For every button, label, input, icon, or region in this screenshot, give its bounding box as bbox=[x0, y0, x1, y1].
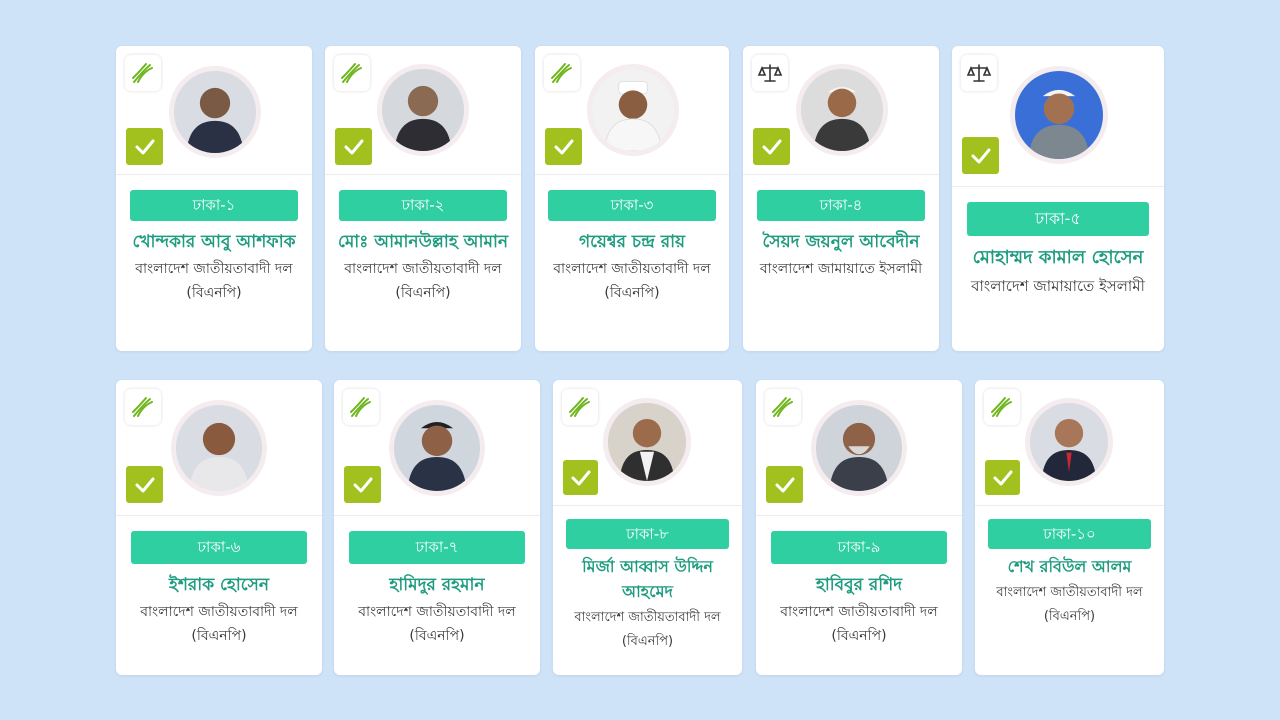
candidate-name: মোঃ আমানউল্লাহ আমান bbox=[337, 232, 509, 252]
check-icon bbox=[126, 128, 163, 165]
sheaf-of-paddy-icon bbox=[334, 55, 370, 91]
constituency-badge: ঢাকা-১ bbox=[130, 190, 298, 221]
candidate-photo bbox=[1025, 398, 1113, 486]
constituency-badge: ঢাকা-৮ bbox=[566, 519, 729, 549]
party-name: বাংলাদেশ জাতীয়তাবাদী দল (বিএনপি) bbox=[574, 610, 721, 649]
constituency-badge: ঢাকা-৭ bbox=[349, 531, 525, 564]
check-icon bbox=[563, 460, 598, 495]
candidate-photo bbox=[1010, 66, 1108, 164]
candidate-photo bbox=[169, 66, 261, 158]
candidate-name: হাবিবুর রশিদ bbox=[815, 575, 903, 595]
party-name: বাংলাদেশ জামায়াতে ইসলামী bbox=[759, 261, 923, 277]
constituency-badge: ঢাকা-৩ bbox=[548, 190, 716, 221]
party-name: বাংলাদেশ জাতীয়তাবাদী দল (বিএনপি) bbox=[140, 604, 298, 644]
sheaf-of-paddy-icon bbox=[125, 389, 161, 425]
constituency-badge: ঢাকা-২ bbox=[339, 190, 507, 221]
check-icon bbox=[753, 128, 790, 165]
candidate-card[interactable]: ঢাকা-৬ ইশরাক হোসেন বাংলাদেশ জাতীয়তাবাদী… bbox=[116, 380, 322, 675]
scales-icon bbox=[752, 55, 788, 91]
sheaf-of-paddy-icon bbox=[765, 389, 801, 425]
candidate-name: মির্জা আব্বাস উদ্দিন আহমেদ bbox=[582, 557, 713, 601]
party-name: বাংলাদেশ জাতীয়তাবাদী দল (বিএনপি) bbox=[996, 585, 1143, 624]
constituency-badge: ঢাকা-৬ bbox=[131, 531, 307, 564]
candidate-card[interactable]: ঢাকা-৩ গয়েশ্বর চন্দ্র রায় বাংলাদেশ জাত… bbox=[535, 46, 729, 351]
candidate-photo bbox=[796, 64, 888, 156]
sheaf-of-paddy-icon bbox=[984, 389, 1020, 425]
sheaf-of-paddy-icon bbox=[343, 389, 379, 425]
party-name: বাংলাদেশ জামায়াতে ইসলামী bbox=[971, 277, 1145, 295]
party-name: বাংলাদেশ জাতীয়তাবাদী দল (বিএনপি) bbox=[135, 261, 293, 301]
candidate-photo bbox=[811, 400, 907, 496]
sheaf-of-paddy-icon bbox=[125, 55, 161, 91]
check-icon bbox=[126, 466, 163, 503]
candidate-card[interactable]: ঢাকা-৭ হামিদুর রহমান বাংলাদেশ জাতীয়তাবা… bbox=[334, 380, 540, 675]
sheaf-of-paddy-icon bbox=[562, 389, 598, 425]
candidate-photo bbox=[587, 64, 679, 156]
candidate-photo bbox=[603, 398, 691, 486]
constituency-badge: ঢাকা-৫ bbox=[967, 202, 1149, 236]
check-icon bbox=[545, 128, 582, 165]
candidate-card[interactable]: ঢাকা-১ খোন্দকার আবু আশফাক বাংলাদেশ জাতীয… bbox=[116, 46, 312, 351]
candidate-name: গয়েশ্বর চন্দ্র রায় bbox=[578, 232, 686, 252]
party-name: বাংলাদেশ জাতীয়তাবাদী দল (বিএনপি) bbox=[780, 604, 938, 644]
candidate-card[interactable]: ঢাকা-১০ শেখ রবিউল আলম বাংলাদেশ জাতীয়তাব… bbox=[975, 380, 1164, 675]
constituency-badge: ঢাকা-৪ bbox=[757, 190, 925, 221]
candidate-name: সৈয়দ জয়নুল আবেদীন bbox=[762, 232, 920, 252]
party-name: বাংলাদেশ জাতীয়তাবাদী দল (বিএনপি) bbox=[553, 261, 711, 301]
check-icon bbox=[335, 128, 372, 165]
candidate-name: ইশরাক হোসেন bbox=[169, 575, 269, 595]
candidate-name: খোন্দকার আবু আশফাক bbox=[132, 232, 296, 252]
candidate-card[interactable]: ঢাকা-২ মোঃ আমানউল্লাহ আমান বাংলাদেশ জাতী… bbox=[325, 46, 521, 351]
constituency-badge: ঢাকা-৯ bbox=[771, 531, 947, 564]
candidate-name: শেখ রবিউল আলম bbox=[1007, 557, 1132, 576]
party-name: বাংলাদেশ জাতীয়তাবাদী দল (বিএনপি) bbox=[358, 604, 516, 644]
constituency-badge: ঢাকা-১০ bbox=[988, 519, 1151, 549]
check-icon bbox=[985, 460, 1020, 495]
party-name: বাংলাদেশ জাতীয়তাবাদী দল (বিএনপি) bbox=[344, 261, 502, 301]
candidate-card[interactable]: ঢাকা-৪ সৈয়দ জয়নুল আবেদীন বাংলাদেশ জামা… bbox=[743, 46, 939, 351]
scales-icon bbox=[961, 55, 997, 91]
candidate-photo bbox=[377, 64, 469, 156]
sheaf-of-paddy-icon bbox=[544, 55, 580, 91]
candidate-photo bbox=[171, 400, 267, 496]
candidate-name: মোহাম্মদ কামাল হোসেন bbox=[972, 247, 1144, 268]
candidate-photo bbox=[389, 400, 485, 496]
candidate-card[interactable]: ঢাকা-৮ মির্জা আব্বাস উদ্দিন আহমেদ বাংলাদ… bbox=[553, 380, 742, 675]
check-icon bbox=[962, 137, 999, 174]
check-icon bbox=[344, 466, 381, 503]
check-icon bbox=[766, 466, 803, 503]
candidate-card[interactable]: ঢাকা-৫ মোহাম্মদ কামাল হোসেন বাংলাদেশ জাম… bbox=[952, 46, 1164, 351]
candidate-card[interactable]: ঢাকা-৯ হাবিবুর রশিদ বাংলাদেশ জাতীয়তাবাদ… bbox=[756, 380, 962, 675]
candidate-name: হামিদুর রহমান bbox=[389, 575, 485, 595]
